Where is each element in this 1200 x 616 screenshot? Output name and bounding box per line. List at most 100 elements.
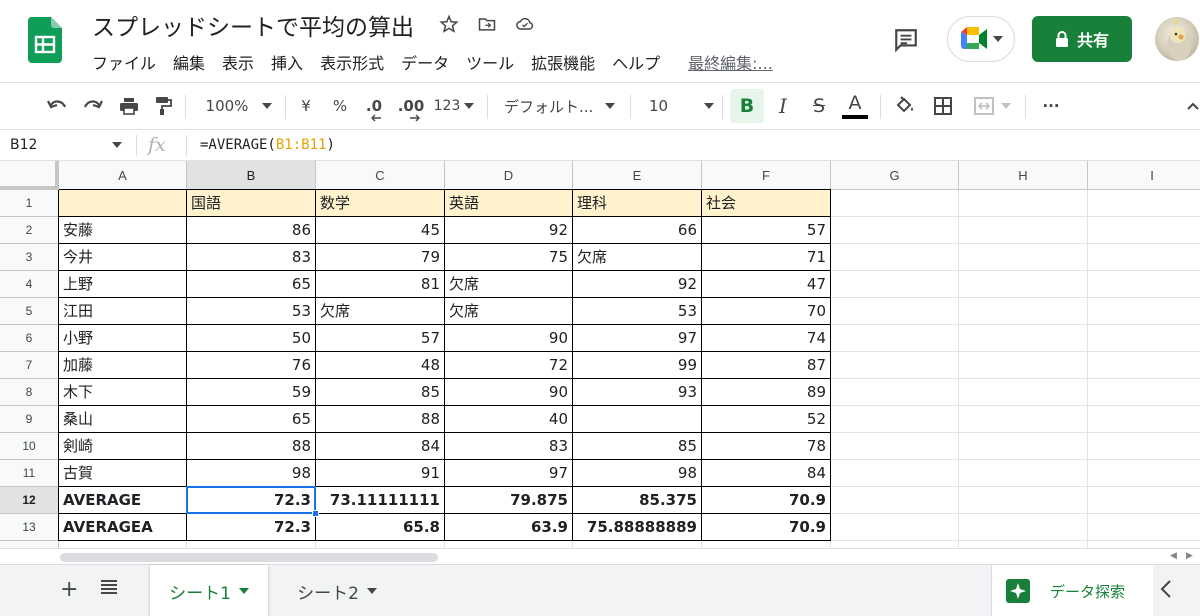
menu-help[interactable]: ヘルプ — [612, 50, 660, 74]
scroll-right-icon[interactable]: ▶ — [1186, 551, 1193, 561]
font-size-select[interactable]: 10 — [645, 83, 715, 129]
cell-e1[interactable]: 理科 — [573, 190, 702, 217]
column-header-h[interactable]: H — [959, 161, 1088, 190]
cell-f3[interactable]: 71 — [702, 244, 831, 271]
cell-b12[interactable]: 72.3 — [187, 487, 316, 514]
cloud-saved-icon[interactable] — [513, 12, 537, 36]
cell-d5[interactable]: 欠席 — [445, 298, 573, 325]
print-button[interactable] — [116, 83, 142, 129]
cell-c10[interactable]: 84 — [316, 433, 445, 460]
cell-f4[interactable]: 47 — [702, 271, 831, 298]
cell-b5[interactable]: 53 — [187, 298, 316, 325]
cell-c5[interactable]: 欠席 — [316, 298, 445, 325]
move-to-folder-icon[interactable] — [475, 12, 499, 36]
row-header-2[interactable]: 2 — [0, 217, 59, 244]
row-header-5[interactable]: 5 — [0, 298, 59, 325]
row-header-9[interactable]: 9 — [0, 406, 59, 433]
menu-data[interactable]: データ — [401, 50, 449, 74]
cell-d10[interactable]: 83 — [445, 433, 573, 460]
cell-c13[interactable]: 65.8 — [316, 514, 445, 541]
cell-i2[interactable] — [1088, 217, 1200, 244]
star-icon[interactable] — [437, 12, 461, 36]
row-header-8[interactable]: 8 — [0, 379, 59, 406]
cell-a7[interactable]: 加藤 — [59, 352, 187, 379]
decrease-decimal-button[interactable]: .0 — [362, 83, 386, 129]
cell-d14[interactable] — [445, 541, 573, 548]
cell-f6[interactable]: 74 — [702, 325, 831, 352]
cell-b2[interactable]: 86 — [187, 217, 316, 244]
user-avatar[interactable] — [1155, 17, 1199, 61]
cell-g9[interactable] — [831, 406, 959, 433]
row-header-12[interactable]: 12 — [0, 487, 59, 514]
cell-e6[interactable]: 97 — [573, 325, 702, 352]
cell-c8[interactable]: 85 — [316, 379, 445, 406]
cell-a10[interactable]: 剣崎 — [59, 433, 187, 460]
cell-h9[interactable] — [959, 406, 1088, 433]
cell-i1[interactable] — [1088, 190, 1200, 217]
cell-h7[interactable] — [959, 352, 1088, 379]
cell-i10[interactable] — [1088, 433, 1200, 460]
row-header-6[interactable]: 6 — [0, 325, 59, 352]
row-header-3[interactable]: 3 — [0, 244, 59, 271]
cell-h1[interactable] — [959, 190, 1088, 217]
bold-button[interactable]: B — [730, 89, 764, 123]
column-header-i[interactable]: I — [1088, 161, 1200, 190]
cell-e3[interactable]: 欠席 — [573, 244, 702, 271]
column-header-d[interactable]: D — [445, 161, 573, 190]
cell-c12[interactable]: 73.11111111 — [316, 487, 445, 514]
cell-c3[interactable]: 79 — [316, 244, 445, 271]
chevron-down-icon[interactable] — [112, 142, 122, 148]
cell-f13[interactable]: 70.9 — [702, 514, 831, 541]
all-sheets-button[interactable] — [100, 579, 118, 599]
cell-i5[interactable] — [1088, 298, 1200, 325]
collapse-toolbar-button[interactable] — [1186, 83, 1200, 129]
row-header-13[interactable]: 13 — [0, 514, 59, 541]
cell-b13[interactable]: 72.3 — [187, 514, 316, 541]
cell-i7[interactable] — [1088, 352, 1200, 379]
cell-g1[interactable] — [831, 190, 959, 217]
cell-a2[interactable]: 安藤 — [59, 217, 187, 244]
row-header-4[interactable]: 4 — [0, 271, 59, 298]
increase-decimal-button[interactable]: .00 — [396, 83, 426, 129]
explore-button[interactable]: データ探索 — [991, 565, 1153, 616]
cell-c14[interactable] — [316, 541, 445, 548]
menu-file[interactable]: ファイル — [92, 50, 156, 74]
last-edit-link[interactable]: 最終編集:... — [688, 50, 773, 74]
cell-g5[interactable] — [831, 298, 959, 325]
cell-e9[interactable] — [573, 406, 702, 433]
cell-h4[interactable] — [959, 271, 1088, 298]
cell-h8[interactable] — [959, 379, 1088, 406]
cell-a4[interactable]: 上野 — [59, 271, 187, 298]
cell-e11[interactable]: 98 — [573, 460, 702, 487]
cell-f7[interactable]: 87 — [702, 352, 831, 379]
cell-i12[interactable] — [1088, 487, 1200, 514]
column-header-g[interactable]: G — [831, 161, 959, 190]
borders-button[interactable] — [930, 83, 956, 129]
cell-b1[interactable]: 国語 — [187, 190, 316, 217]
cell-i13[interactable] — [1088, 514, 1200, 541]
cell-b14[interactable] — [187, 541, 316, 548]
cell-g7[interactable] — [831, 352, 959, 379]
cell-a3[interactable]: 今井 — [59, 244, 187, 271]
cell-b10[interactable]: 88 — [187, 433, 316, 460]
cell-d1[interactable]: 英語 — [445, 190, 573, 217]
more-formats-button[interactable]: 123 — [432, 83, 476, 129]
cell-i14[interactable] — [1088, 541, 1200, 548]
italic-button[interactable]: I — [770, 83, 796, 129]
spreadsheet-grid[interactable]: A B C D E F G H I 1 2 3 4 5 6 7 8 9 10 11 12 13 国語 数学 英語 理科 社会 安藤 86… — [0, 161, 1200, 548]
cell-i9[interactable] — [1088, 406, 1200, 433]
cell-c1[interactable]: 数学 — [316, 190, 445, 217]
cell-a5[interactable]: 江田 — [59, 298, 187, 325]
fill-handle[interactable] — [312, 510, 319, 517]
cell-e4[interactable]: 92 — [573, 271, 702, 298]
cell-i11[interactable] — [1088, 460, 1200, 487]
cell-b7[interactable]: 76 — [187, 352, 316, 379]
paint-format-button[interactable] — [150, 83, 176, 129]
menu-edit[interactable]: 編集 — [173, 50, 205, 74]
cell-e13[interactable]: 75.88888889 — [573, 514, 702, 541]
cell-d7[interactable]: 72 — [445, 352, 573, 379]
cell-f10[interactable]: 78 — [702, 433, 831, 460]
formula-input[interactable]: =AVERAGE(B1:B11) — [200, 137, 335, 153]
cell-b4[interactable]: 65 — [187, 271, 316, 298]
horizontal-scrollbar[interactable]: ◀ ▶ — [0, 548, 1200, 564]
